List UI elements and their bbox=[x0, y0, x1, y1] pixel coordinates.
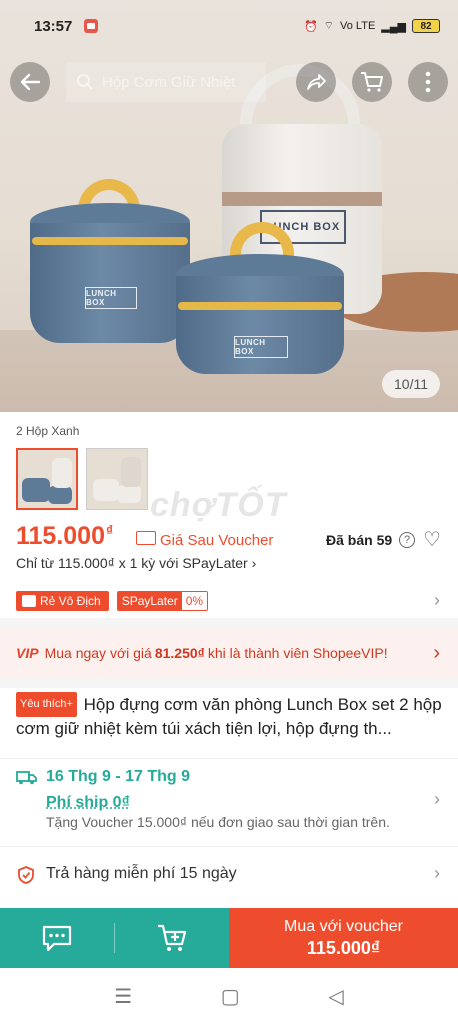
product-title-text: Hộp đựng cơm văn phòng Lunch Box set 2 h… bbox=[16, 695, 442, 738]
product-title: Yêu thích+ Hộp đựng cơm văn phòng Lunch … bbox=[16, 692, 444, 740]
variant-thumbnail-1[interactable] bbox=[16, 448, 78, 510]
vip-text-before: Mua ngay với giá bbox=[44, 645, 152, 661]
cart-button[interactable] bbox=[352, 62, 392, 102]
notification-app-icon bbox=[84, 19, 99, 33]
cheapest-badge: Rẻ Vô Địch bbox=[16, 591, 109, 611]
chat-icon bbox=[42, 925, 72, 952]
delivery-dates: 16 Thg 9 - 17 Thg 9 bbox=[46, 768, 191, 785]
thumbs-up-icon bbox=[22, 595, 36, 607]
divider bbox=[0, 618, 458, 628]
heart-icon[interactable]: ♡ bbox=[423, 530, 441, 550]
free-returns-row[interactable]: Trả hàng miễn phí 15 ngày › bbox=[0, 846, 458, 902]
network-label: Vo LTE bbox=[340, 20, 376, 32]
shipping-fee: Phí ship 0₫ bbox=[46, 794, 130, 811]
secondary-actions bbox=[0, 908, 229, 968]
bottom-action-bar: Mua với voucher 115.000₫ bbox=[0, 908, 458, 968]
status-bar: 13:57 ⏰ ⌔ Vo LTE ▂▄▆ 82 bbox=[0, 0, 458, 52]
chevron-right-icon: › bbox=[434, 590, 440, 610]
box-label: LUNCH BOX bbox=[85, 287, 137, 309]
spaylater-badge: SPayLater 0% bbox=[116, 591, 209, 611]
box-label: LUNCH BOX bbox=[234, 336, 288, 358]
product-image-gallery[interactable]: LUNCH BOX LUNCH BOX LUNCH BOX 13:57 ⏰ ⌔ … bbox=[0, 0, 458, 412]
top-bar: Hộp Cơm Giữ Nhiệt bbox=[0, 62, 458, 104]
chevron-right-icon: › bbox=[251, 555, 257, 571]
menu-icon[interactable]: ☰ bbox=[114, 984, 132, 1009]
spaylater-label: SPayLater bbox=[117, 592, 182, 610]
voucher-price-label: Giá Sau Voucher bbox=[160, 532, 274, 549]
spaylater-rate: 0% bbox=[181, 592, 208, 610]
share-button[interactable] bbox=[296, 62, 336, 102]
chevron-right-icon: › bbox=[433, 641, 440, 664]
variant-label: 2 Hộp Xanh bbox=[16, 424, 80, 438]
buy-with-voucher-button[interactable]: Mua với voucher 115.000₫ bbox=[229, 908, 458, 968]
chat-button[interactable] bbox=[0, 908, 114, 968]
shipping-note: Tặng Voucher 15.000₫ nếu đơn giao sau th… bbox=[46, 814, 390, 830]
question-icon[interactable]: ? bbox=[399, 532, 415, 548]
status-time: 13:57 bbox=[34, 17, 73, 35]
installment-text: Chỉ từ 115.000₫ x 1 kỳ với SPayLater bbox=[16, 555, 248, 571]
arrow-left-icon bbox=[20, 73, 41, 91]
image-counter: 10/11 bbox=[382, 370, 440, 398]
favorite-plus-badge: Yêu thích+ bbox=[16, 692, 77, 717]
system-navigation-bar: ☰ ▢ ◁ bbox=[0, 968, 458, 1024]
shield-check-icon bbox=[18, 866, 34, 884]
divider bbox=[0, 678, 458, 688]
wifi-icon: ⌔ bbox=[323, 20, 335, 32]
price: 115.000₫ bbox=[16, 522, 113, 551]
watermark-logo: chợTỐT bbox=[150, 486, 287, 524]
home-icon[interactable]: ▢ bbox=[221, 984, 240, 1009]
add-to-cart-button[interactable] bbox=[115, 908, 229, 968]
price-value: 115.000 bbox=[16, 522, 105, 550]
sold-count: Đã bán 59 bbox=[326, 532, 393, 548]
truck-icon bbox=[16, 771, 37, 785]
cheapest-badge-label: Rẻ Vô Địch bbox=[40, 594, 101, 608]
shipping-info[interactable]: 16 Thg 9 - 17 Thg 9 Phí ship 0₫ Tặng Vou… bbox=[0, 758, 458, 844]
lunch-box-small: LUNCH BOX bbox=[176, 222, 344, 382]
more-vertical-icon bbox=[425, 71, 431, 93]
free-returns-text: Trả hàng miễn phí 15 ngày bbox=[46, 865, 237, 882]
lunch-box-large: LUNCH BOX bbox=[30, 175, 190, 355]
signal-icon: ▂▄▆ bbox=[381, 20, 406, 33]
vip-logo: VIP bbox=[16, 645, 39, 661]
variant-thumbnail-2[interactable] bbox=[86, 448, 148, 510]
vip-price: 81.250₫ bbox=[154, 645, 205, 661]
promo-badges[interactable]: Rẻ Vô Địch SPayLater 0% bbox=[16, 591, 209, 611]
vip-text-after: khi là thành viên ShopeeVIP! bbox=[207, 645, 388, 661]
vip-banner[interactable]: VIP Mua ngay với giá 81.250₫ khi là thàn… bbox=[0, 628, 458, 678]
buy-button-line1: Mua với voucher bbox=[284, 917, 403, 935]
back-triangle-icon[interactable]: ◁ bbox=[328, 984, 343, 1009]
alarm-icon: ⏰ bbox=[303, 20, 318, 33]
installment-link[interactable]: Chỉ từ 115.000₫ x 1 kỳ với SPayLater › bbox=[16, 555, 256, 571]
battery-icon: 82 bbox=[412, 19, 440, 33]
voucher-ticket-icon bbox=[136, 531, 156, 545]
price-currency: ₫ bbox=[106, 522, 114, 538]
search-input[interactable]: Hộp Cơm Giữ Nhiệt bbox=[66, 62, 266, 102]
back-button[interactable] bbox=[10, 62, 50, 102]
search-icon bbox=[77, 74, 93, 90]
more-options-button[interactable] bbox=[408, 62, 448, 102]
chevron-right-icon: › bbox=[434, 789, 440, 809]
share-icon bbox=[307, 74, 326, 90]
buy-button-price: 115.000₫ bbox=[306, 937, 381, 958]
cart-icon bbox=[361, 72, 383, 92]
search-placeholder: Hộp Cơm Giữ Nhiệt bbox=[102, 73, 236, 91]
add-to-cart-icon bbox=[158, 924, 187, 951]
chevron-right-icon: › bbox=[434, 863, 440, 883]
